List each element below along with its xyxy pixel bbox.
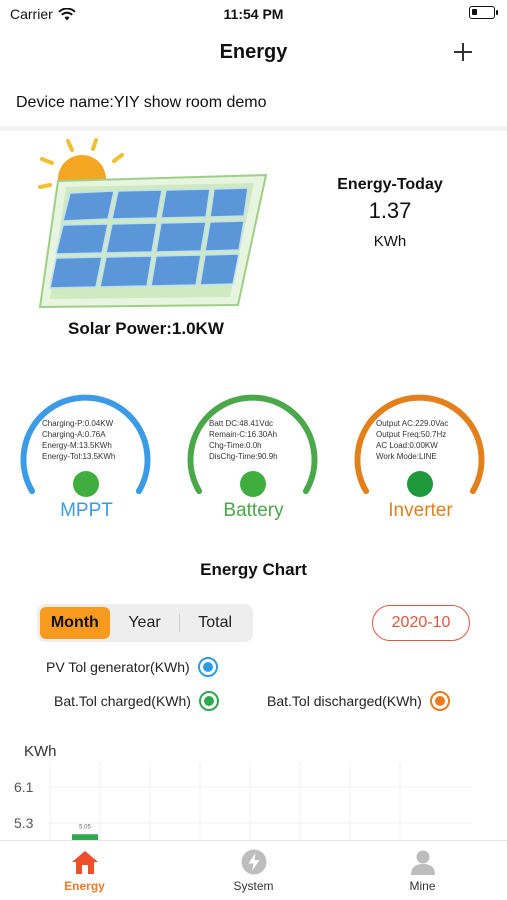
tabbar-label: System: [233, 879, 274, 893]
gauge-inverter[interactable]: Output AC:229.0Vac Output Freq:50.7Hz AC…: [348, 378, 493, 526]
solar-panel-illustration: [38, 138, 268, 309]
legend-label: PV Tol generator(KWh): [46, 659, 190, 675]
gauge-readout: Energy-M:13.5KWh: [42, 441, 112, 450]
tabbar-label: Energy: [64, 879, 105, 893]
status-dot: [240, 471, 266, 497]
chart-data-label: 5.05: [79, 824, 91, 830]
energy-today-unit: KWh: [373, 233, 407, 250]
page-title: Energy: [219, 41, 288, 63]
gauge-battery[interactable]: Batt DC:48.41Vdc Remain-C:16.30Ah Chg-Ti…: [181, 378, 326, 526]
add-button[interactable]: [449, 38, 477, 66]
gauge-readouts: Charging-P:0.04KW Charging-A:0.76A Energ…: [42, 418, 115, 462]
gauge-readout: Output Freq:50.7Hz: [376, 430, 447, 439]
solar-power-label: Solar Power:1.0KW: [68, 319, 224, 338]
energy-bar-chart: KWh 6.1 5.3 5.05: [14, 743, 472, 840]
status-dot: [407, 471, 433, 497]
gauge-name: Inverter: [388, 500, 453, 521]
gauge-readout: Batt DC:48.41Vdc: [209, 419, 274, 428]
chart-ylabel: KWh: [24, 743, 57, 760]
status-time: 11:54 PM: [223, 6, 284, 22]
gauge-readout: DisChg-Time:90.9h: [209, 452, 278, 461]
gauge-readout: Energy-Tol:13.5KWh: [42, 452, 116, 461]
radio-icon: [429, 691, 450, 711]
chart-tick-label: 5.3: [14, 815, 34, 831]
legend-label: Bat.Tol charged(KWh): [54, 693, 191, 709]
gauge-readout: Work Mode:LINE: [376, 452, 437, 461]
gauge-readout: Remain-C:16.30Ah: [209, 430, 278, 439]
device-name: Device name:YIY show room demo: [16, 94, 267, 111]
legend-bat-charged[interactable]: Bat.Tol charged(KWh): [54, 691, 219, 711]
plus-icon: [454, 43, 472, 61]
legend-label: Bat.Tol discharged(KWh): [267, 693, 422, 709]
person-icon: [410, 850, 435, 875]
period-segmented-control: Month Year Total: [37, 604, 253, 642]
gauge-name: MPPT: [60, 500, 113, 521]
gauge-name: Battery: [223, 500, 284, 521]
gauge-readout: Charging-A:0.76A: [42, 430, 106, 439]
gauge-readouts: Output AC:229.0Vac Output Freq:50.7Hz AC…: [376, 418, 448, 462]
radio-icon: [197, 657, 218, 677]
status-bar: Carrier 11:54 PM: [0, 0, 507, 28]
gauge-mppt[interactable]: Charging-P:0.04KW Charging-A:0.76A Energ…: [14, 378, 159, 526]
chart-title: Energy Chart: [200, 560, 307, 579]
date-picker-button[interactable]: 2020-10: [372, 605, 470, 641]
energy-today-value: 1.37: [368, 198, 412, 223]
legend-bat-discharged[interactable]: Bat.Tol discharged(KWh): [267, 691, 450, 711]
tab-year[interactable]: Year: [110, 607, 180, 639]
bolt-icon: [241, 849, 266, 875]
gauge-readout: Charging-P:0.04KW: [42, 419, 114, 428]
tabbar-item-mine[interactable]: Mine: [338, 841, 507, 900]
tabbar-label: Mine: [409, 879, 436, 893]
status-dot: [73, 471, 99, 497]
legend-pv-generator[interactable]: PV Tol generator(KWh): [46, 657, 218, 677]
radio-icon: [198, 691, 219, 711]
tab-total[interactable]: Total: [180, 607, 250, 639]
gauge-readout: Chg-Time:0.0h: [209, 441, 262, 450]
tabbar-item-energy[interactable]: Energy: [0, 841, 169, 900]
energy-today-label: Energy-Today: [337, 176, 443, 193]
home-icon: [71, 851, 98, 874]
tabbar-item-system[interactable]: System: [169, 841, 338, 900]
gauge-readout: Output AC:229.0Vac: [376, 419, 449, 428]
battery-icon: [469, 6, 498, 19]
divider: [0, 126, 507, 131]
chart-tick-label: 6.1: [14, 779, 34, 795]
gauge-readouts: Batt DC:48.41Vdc Remain-C:16.30Ah Chg-Ti…: [209, 418, 278, 462]
tab-month[interactable]: Month: [40, 607, 110, 639]
tab-bar: Energy System Mine: [0, 840, 507, 900]
gauge-readout: AC Load:0.00KW: [376, 441, 438, 450]
